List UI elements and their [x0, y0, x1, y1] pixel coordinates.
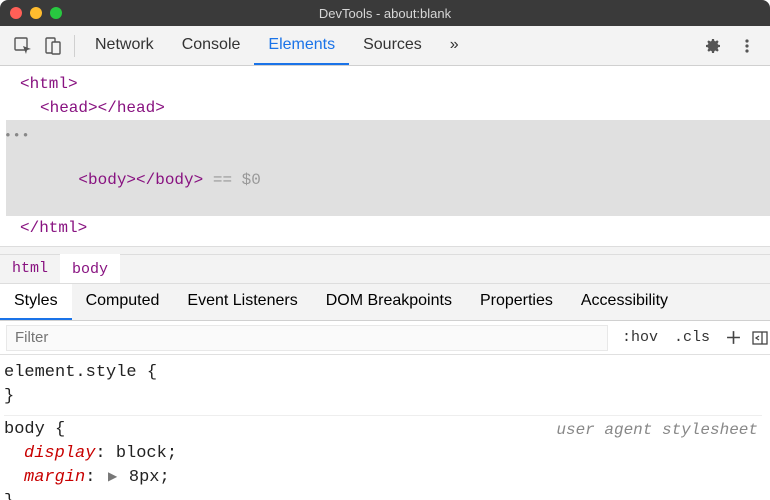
ellipsis-icon[interactable]: ••• [4, 124, 30, 148]
tabs-overflow-button[interactable]: » [436, 26, 473, 65]
window-title: DevTools - about:blank [0, 6, 770, 21]
titlebar: DevTools - about:blank [0, 0, 770, 26]
filter-input[interactable] [6, 325, 608, 351]
tab-elements[interactable]: Elements [254, 26, 349, 65]
new-style-rule-icon[interactable] [718, 330, 744, 345]
expand-triangle-icon[interactable]: ▶ [108, 470, 117, 487]
style-block-element[interactable]: element.style { } [4, 359, 762, 416]
main-toolbar: Network Console Elements Sources » [0, 26, 770, 66]
subtab-styles[interactable]: Styles [0, 284, 72, 320]
subtab-computed[interactable]: Computed [72, 284, 174, 320]
kebab-menu-icon[interactable] [732, 32, 762, 60]
style-selector[interactable]: element.style [4, 363, 137, 382]
toggle-cls-button[interactable]: .cls [666, 329, 718, 346]
dom-node[interactable]: <head></head> [6, 96, 770, 120]
tab-network[interactable]: Network [81, 26, 168, 65]
window-controls [10, 7, 62, 19]
dom-node[interactable]: </html> [6, 216, 770, 240]
styles-subtabs: Styles Computed Event Listeners DOM Brea… [0, 283, 770, 321]
dom-tree[interactable]: <html> <head></head> ••• <body></body> =… [0, 66, 770, 246]
style-property[interactable]: margin: ▶ 8px; [4, 466, 762, 490]
styles-filter-bar: :hov .cls [0, 321, 770, 355]
breadcrumb: html body [0, 254, 770, 283]
zoom-window-button[interactable] [50, 7, 62, 19]
close-window-button[interactable] [10, 7, 22, 19]
subtab-event-listeners[interactable]: Event Listeners [173, 284, 311, 320]
subtab-properties[interactable]: Properties [466, 284, 567, 320]
main-tabs: Network Console Elements Sources » [81, 26, 473, 65]
inspect-element-icon[interactable] [8, 32, 38, 60]
subtab-accessibility[interactable]: Accessibility [567, 284, 682, 320]
panel-divider[interactable] [0, 246, 770, 254]
styles-pane: element.style { } user agent stylesheet … [0, 355, 770, 500]
gear-icon[interactable] [698, 32, 728, 60]
tab-console[interactable]: Console [168, 26, 255, 65]
dom-node-selected[interactable]: ••• <body></body> == $0 [6, 120, 770, 216]
minimize-window-button[interactable] [30, 7, 42, 19]
crumb-body[interactable]: body [60, 254, 120, 283]
style-source-label: user agent stylesheet [556, 418, 758, 442]
dom-node[interactable]: <html> [6, 72, 770, 96]
style-block-body[interactable]: user agent stylesheet body { display: bl… [4, 416, 762, 500]
subtab-dom-breakpoints[interactable]: DOM Breakpoints [312, 284, 466, 320]
toggle-hov-button[interactable]: :hov [614, 329, 666, 346]
separator [74, 35, 75, 57]
style-selector[interactable]: body [4, 420, 45, 439]
device-toolbar-icon[interactable] [38, 32, 68, 60]
crumb-html[interactable]: html [0, 255, 60, 283]
sidebar-toggle-icon[interactable] [744, 331, 770, 345]
tab-sources[interactable]: Sources [349, 26, 436, 65]
style-property[interactable]: display: block; [4, 442, 762, 466]
